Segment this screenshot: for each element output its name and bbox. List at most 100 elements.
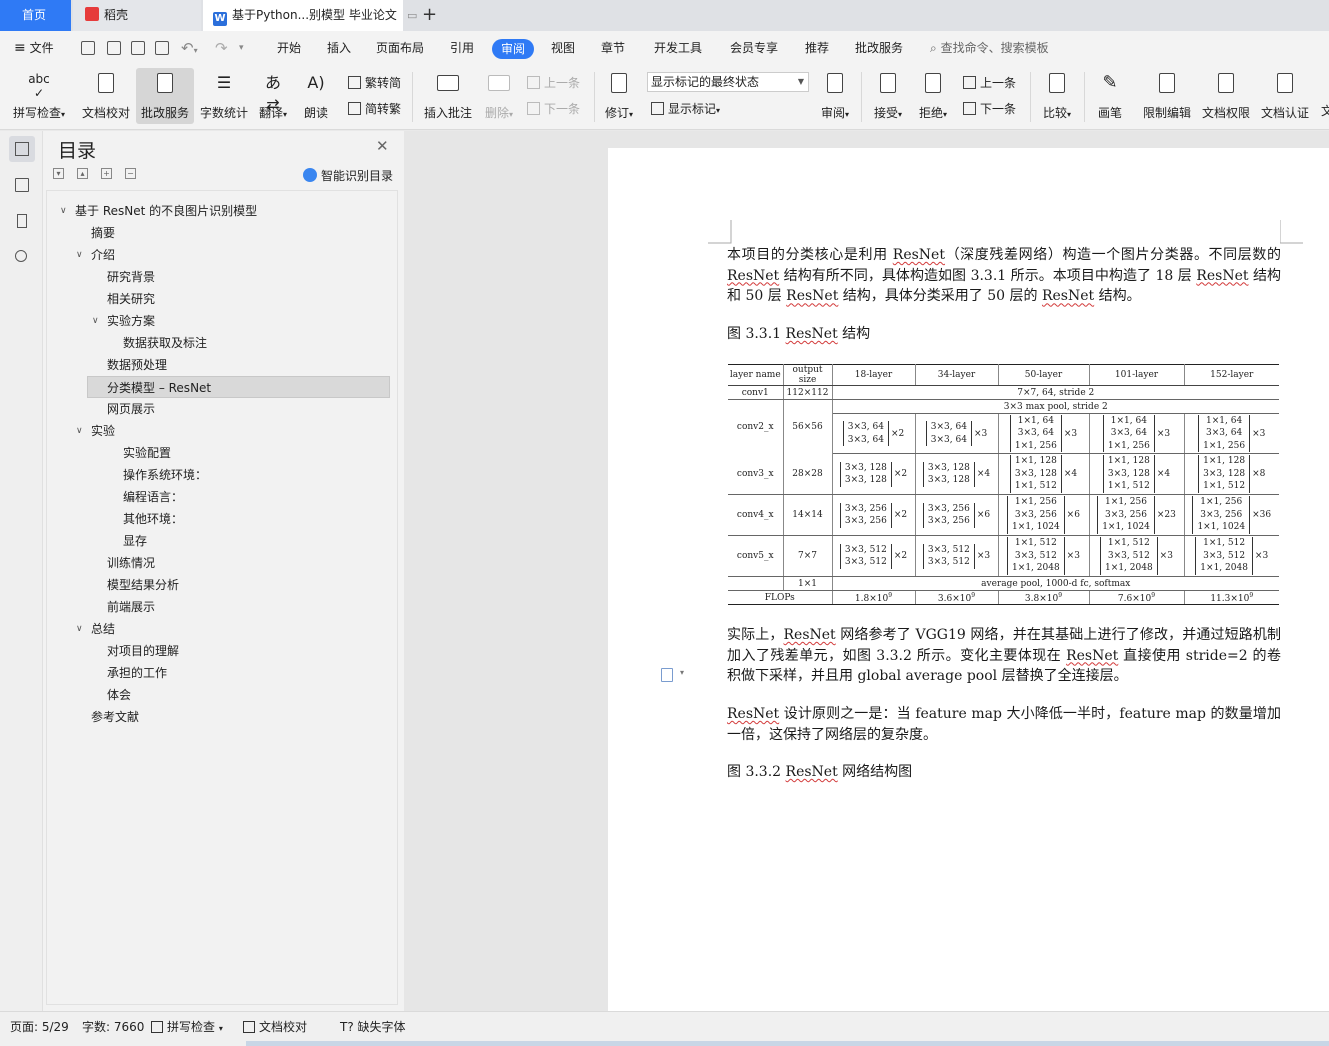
prev-comment-button[interactable]: 上一条 [527,74,580,91]
delete-comment-button[interactable]: 删除▾ [477,68,521,124]
simp-to-trad-button[interactable]: 简转繁 [348,100,401,117]
tab-options-icon[interactable]: ▭ [407,9,417,22]
menu-recommend[interactable]: 推荐 [805,31,829,66]
ribbon-overflow[interactable]: 文 [1321,102,1329,119]
menu-view[interactable]: 视图 [551,31,575,66]
redo-icon[interactable]: ↷ [215,31,228,66]
toc-item[interactable]: 其他环境： [123,508,183,530]
toc-item[interactable]: 模型结果分析 [107,574,179,596]
toc-item[interactable]: 操作系统环境： [123,464,207,486]
read-aloud-button[interactable]: A) 朗读 [292,68,340,124]
tab-document[interactable]: W 基于Python...别模型 毕业论文 [203,0,403,31]
statusbar-spellcheck[interactable]: 拼写检查 ▾ [151,1012,223,1042]
tab-home[interactable]: 首页 [0,0,71,31]
track-changes-button[interactable]: 修订▾ [598,68,640,124]
reject-button[interactable]: 拒绝▾ [913,68,953,124]
chevron-down-icon[interactable]: ∨ [60,200,67,222]
word-count-indicator[interactable]: 字数: 7660 [82,1012,144,1042]
menu-insert[interactable]: 插入 [327,31,351,66]
menu-developer[interactable]: 开发工具 [654,31,702,66]
toc-item[interactable]: 对项目的理解 [107,640,179,662]
chevron-down-icon[interactable]: ∨ [76,618,83,640]
expand-all-icon[interactable]: ▴ [77,168,88,179]
toc-item[interactable]: ∨ 总结 [76,618,115,640]
paragraph-resnet-principle[interactable]: ResNet 设计原则之一是：当 feature map 大小降低一半时，fea… [727,704,1281,745]
toc-item[interactable]: 参考文献 [91,706,139,728]
menu-references[interactable]: 引用 [450,31,474,66]
missing-fonts-button[interactable]: T? 缺失字体 [340,1012,406,1042]
bookmark-icon[interactable] [9,208,35,234]
toc-item[interactable]: 分类模型 – ResNet [87,376,390,398]
doc-permission-button[interactable]: 文档权限 [1199,68,1253,124]
paragraph-resnet-vgg[interactable]: 实际上，ResNet 网络参考了 VGG19 网络，并在其基础上进行了修改，并通… [727,625,1281,687]
toc-item[interactable]: 编程语言： [123,486,183,508]
review-pane-button[interactable]: 审阅▾ [814,68,856,124]
menu-chapter[interactable]: 章节 [601,31,625,66]
toc-item[interactable]: 相关研究 [107,288,155,310]
toc-item[interactable]: 前端展示 [107,596,155,618]
find-icon[interactable] [9,244,35,270]
file-menu[interactable]: ≡ 文件 [14,31,54,66]
undo-icon[interactable]: ↶▾ [181,31,198,66]
chevron-down-icon[interactable]: ∨ [92,310,99,332]
paragraph-layout-icon[interactable] [661,668,673,682]
toc-item[interactable]: 体会 [107,684,131,706]
page-indicator[interactable]: 页面: 5/29 [10,1012,69,1042]
collapse-all-icon[interactable]: ▾ [53,168,64,179]
remove-heading-icon[interactable]: − [125,168,136,179]
toc-item[interactable]: 数据预处理 [107,354,167,376]
smart-toc-button[interactable]: 智能识别目录 [303,167,393,184]
close-icon[interactable]: ✕ [376,137,389,155]
trad-to-simp-button[interactable]: 繁转简 [348,74,401,91]
toc-item[interactable]: ∨ 实验方案 [92,310,155,332]
next-comment-button[interactable]: 下一条 [527,100,580,117]
spellcheck-button[interactable]: abc ✓ 拼写检查▾ [8,68,70,124]
toc-item[interactable]: 显存 [123,530,147,552]
paragraph-resnet-intro[interactable]: 本项目的分类核心是利用 ResNet（深度残差网络）构造一个图片分类器。不同层数… [727,245,1281,307]
horizontal-scrollbar[interactable] [246,1041,1329,1046]
chevron-down-icon[interactable]: ▾ [680,668,684,677]
toc-item[interactable]: 训练情况 [107,552,155,574]
restrict-edit-button[interactable]: 限制编辑 [1140,68,1194,124]
chevron-down-icon[interactable]: ∨ [76,244,83,266]
toc-item[interactable]: 研究背景 [107,266,155,288]
menu-start[interactable]: 开始 [277,31,301,66]
quick-access-more-icon[interactable]: ▾ [239,31,244,66]
toc-item[interactable]: 数据获取及标注 [123,332,207,354]
print-preview-icon[interactable] [155,41,169,55]
toc-item[interactable]: ∨ 介绍 [76,244,115,266]
pen-button[interactable]: ✎ 画笔 [1089,68,1131,124]
document-workspace[interactable]: 本项目的分类核心是利用 ResNet（深度残差网络）构造一个图片分类器。不同层数… [404,131,1329,1011]
compare-button[interactable]: 比较▾ [1036,68,1078,124]
toc-item[interactable]: ∨ 基于 ResNet 的不良图片识别模型 [60,200,257,222]
menu-review[interactable]: 审阅 [492,39,535,59]
tab-daoke[interactable]: 稻壳 [73,0,201,31]
prev-change-button[interactable]: 上一条 [963,74,1016,91]
markup-state-select[interactable]: 显示标记的最终状态 ▼ [647,72,809,92]
toc-item[interactable]: 摘要 [91,222,115,244]
chevron-down-icon[interactable]: ∨ [76,420,83,442]
toc-item[interactable]: ∨ 实验 [76,420,115,442]
toc-panel-icon[interactable] [9,136,35,162]
chapter-nav-icon[interactable] [9,172,35,198]
menu-correction-service[interactable]: 批改服务 [855,31,903,66]
toc-item[interactable]: 实验配置 [123,442,171,464]
menu-member[interactable]: 会员专享 [730,31,778,66]
menu-page-layout[interactable]: 页面布局 [376,31,424,66]
save-icon[interactable] [81,41,95,55]
show-markup-button[interactable]: 显示标记▾ [651,100,720,117]
print-icon[interactable] [131,41,145,55]
proofread-button[interactable]: 文档校对 [77,68,135,124]
accept-button[interactable]: 接受▾ [868,68,908,124]
new-tab-icon[interactable]: + [422,4,437,25]
correction-service-button[interactable]: 批改服务 [136,68,194,124]
next-change-button[interactable]: 下一条 [963,100,1016,117]
insert-comment-button[interactable]: 插入批注 [419,68,477,124]
add-heading-icon[interactable]: + [101,168,112,179]
toc-item[interactable]: 网页展示 [107,398,155,420]
doc-certify-button[interactable]: 文档认证 [1258,68,1312,124]
statusbar-proofread[interactable]: 文档校对 [243,1012,307,1042]
export-icon[interactable] [107,41,121,55]
toc-item[interactable]: 承担的工作 [107,662,167,684]
command-search[interactable]: ⌕ 查找命令、搜索模板 [930,31,1049,66]
